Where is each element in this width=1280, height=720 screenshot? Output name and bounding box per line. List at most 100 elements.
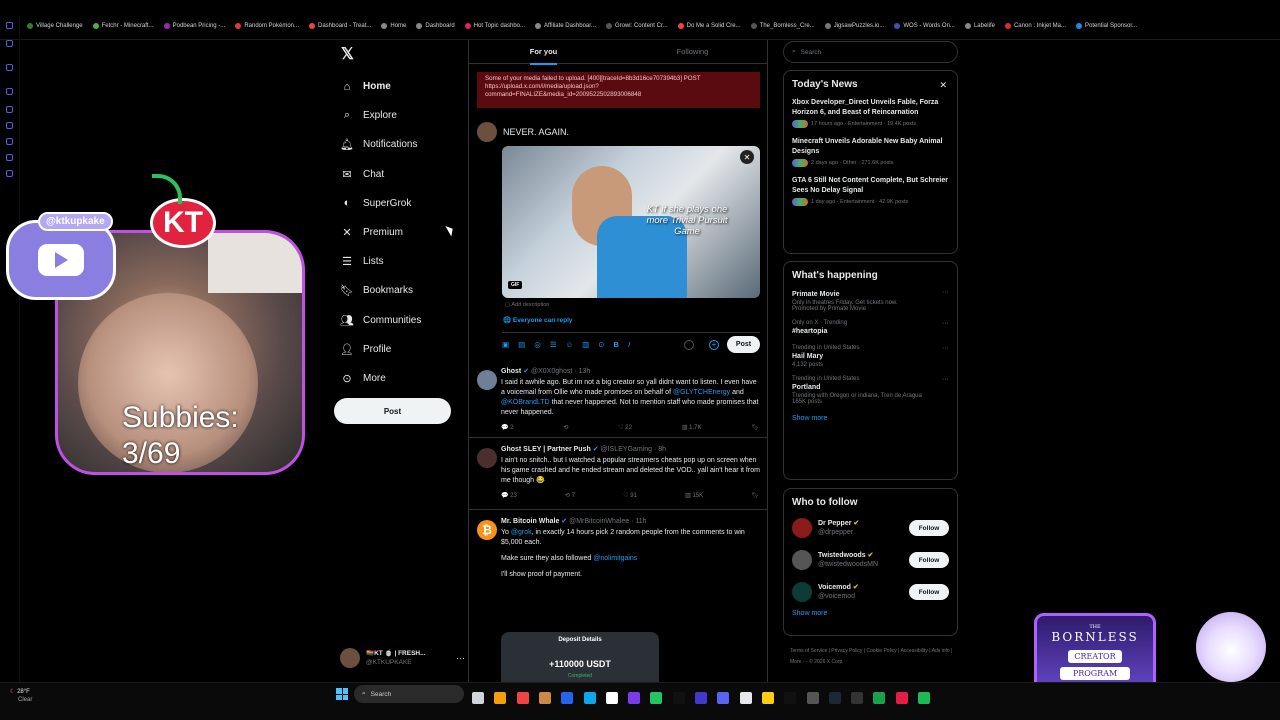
follow-button[interactable]: Follow: [909, 584, 949, 600]
poll-icon[interactable]: ☰: [550, 340, 557, 349]
bookmark-item[interactable]: Random Pokémon...: [232, 23, 302, 29]
nav-item-lists[interactable]: ☰ Lists: [336, 247, 461, 276]
taskbar-app-icon[interactable]: [739, 692, 752, 704]
nav-item-premium[interactable]: ✕ Premium: [336, 218, 461, 247]
bookmark-item[interactable]: The_Bornless_Cre...: [748, 23, 818, 29]
show-more-link[interactable]: Show more: [784, 409, 957, 428]
add-post-icon[interactable]: +: [709, 340, 719, 350]
rail-icon[interactable]: [6, 106, 13, 113]
bookmark-item[interactable]: Affiliate Dashboar...: [532, 23, 599, 29]
nav-item-home[interactable]: ⌂ Home: [336, 72, 461, 101]
news-item[interactable]: GTA 6 Still Not Content Complete, But Sc…: [784, 172, 957, 211]
tweet-author[interactable]: Ghost: [501, 368, 521, 375]
bookmark-item[interactable]: Podbean Pricing -...: [161, 23, 229, 29]
taskbar-app-icon[interactable]: [583, 692, 596, 704]
tweet[interactable]: Ghost SLEY | Partner Push ✔ @ISLEYGaming…: [469, 440, 767, 510]
follow-button[interactable]: Follow: [909, 552, 949, 568]
nav-item-more[interactable]: ⊙ More: [336, 364, 461, 393]
bookmark-item[interactable]: JigsawPuzzles.io...: [822, 23, 888, 29]
tweet-handle[interactable]: @X0X0ghost · 13h: [531, 368, 590, 375]
taskbar-app-icon[interactable]: [672, 692, 685, 704]
taskbar-app-icon[interactable]: [695, 692, 707, 704]
reply-button[interactable]: 💬 2: [501, 424, 513, 431]
start-button[interactable]: [336, 688, 348, 700]
nav-item-chat[interactable]: ✉ Chat: [336, 160, 461, 189]
taskbar-app-icon[interactable]: [538, 692, 551, 704]
rail-icon[interactable]: [6, 22, 13, 29]
taskbar-app-icon[interactable]: [761, 692, 774, 704]
reply-button[interactable]: 💬 23: [501, 492, 517, 499]
tab-following[interactable]: Following: [618, 40, 767, 63]
more-icon[interactable]: ···: [942, 289, 949, 296]
x-logo-icon[interactable]: 𝕏: [341, 44, 354, 64]
rail-icon[interactable]: [6, 122, 13, 129]
taskbar-app-icon[interactable]: [873, 692, 886, 704]
compose-text[interactable]: NEVER. AGAIN.: [503, 127, 569, 137]
more-icon[interactable]: ···: [942, 345, 949, 352]
retweet-button[interactable]: ⟲: [563, 424, 568, 431]
bookmark-item[interactable]: Potential Sponsor...: [1073, 23, 1140, 29]
bookmark-item[interactable]: Growi: Content Cr...: [603, 23, 671, 29]
tweet-handle[interactable]: @MrBitcoinWhalee · 11h: [569, 518, 646, 525]
views-button[interactable]: ▥ 1.7K: [682, 424, 702, 431]
bold-icon[interactable]: B: [614, 340, 619, 349]
bookmark-item[interactable]: Labelife: [962, 23, 998, 29]
tweet-handle[interactable]: @ISLEYGaming · 8h: [601, 446, 666, 453]
retweet-button[interactable]: ⟲ 7: [565, 492, 575, 499]
rail-icon[interactable]: [6, 88, 13, 95]
nav-item-profile[interactable]: 👤︎ Profile: [336, 335, 461, 364]
bookmark-item[interactable]: Hot Topic dashbo...: [462, 23, 528, 29]
bookmark-item[interactable]: Dashboard: [413, 23, 457, 29]
tweet[interactable]: Ghost ✔ @X0X0ghost · 13h I said it awhil…: [469, 362, 767, 438]
rail-icon[interactable]: [6, 64, 13, 71]
more-icon[interactable]: ···: [456, 653, 465, 663]
location-icon[interactable]: ⊙: [598, 340, 604, 349]
remove-media-button[interactable]: ✕: [740, 150, 754, 164]
image-icon[interactable]: ▣: [502, 340, 509, 349]
gif-icon[interactable]: ▤: [518, 340, 525, 349]
taskbar-app-icon[interactable]: [605, 692, 618, 704]
taskbar-app-icon[interactable]: [717, 692, 730, 704]
news-item[interactable]: Minecraft Unveils Adorable New Baby Anim…: [784, 133, 957, 172]
bookmark-item[interactable]: Canon : Inkjet Ma...: [1002, 23, 1069, 29]
nav-item-notifications[interactable]: 🔔︎ Notifications: [336, 130, 461, 159]
taskbar-app-icon[interactable]: [561, 692, 574, 704]
bookmark-icon[interactable]: 🔖︎: [751, 492, 759, 499]
taskbar-app-icon[interactable]: [628, 692, 641, 704]
follow-suggestion[interactable]: Voicemod ✔ @voicemod Follow: [784, 576, 957, 608]
tweet-author[interactable]: Ghost SLEY | Partner Push: [501, 446, 591, 453]
show-more-link[interactable]: Show more: [784, 608, 957, 623]
bookmark-item[interactable]: Village Challenge: [24, 23, 86, 29]
taskbar-app-icon[interactable]: [472, 692, 484, 704]
follow-suggestion[interactable]: Twistedwoods ✔ @twistedwoodsMN Follow: [784, 544, 957, 576]
nav-item-explore[interactable]: ⌕ Explore: [336, 101, 461, 130]
taskbar-app-icon[interactable]: [851, 692, 864, 704]
taskbar-app-icon[interactable]: [650, 692, 663, 704]
italic-icon[interactable]: I: [628, 340, 630, 349]
add-description-link[interactable]: ▢ Add description: [505, 302, 549, 308]
follow-button[interactable]: Follow: [909, 520, 949, 536]
post-button[interactable]: Post: [334, 398, 451, 424]
footer-links[interactable]: Terms of Service | Privacy Policy | Cook…: [790, 646, 960, 668]
bookmark-item[interactable]: Fetchr - Minecraft...: [90, 23, 157, 29]
taskbar-app-icon[interactable]: [895, 692, 908, 704]
trend-item[interactable]: Primate Movie Only in theatres Friday. Ge…: [784, 285, 957, 316]
compose-post-button[interactable]: Post: [727, 336, 760, 353]
taskbar-app-icon[interactable]: [784, 692, 797, 704]
tweet-author[interactable]: Mr. Bitcoin Whale: [501, 518, 559, 525]
emoji-icon[interactable]: ☺: [565, 340, 573, 349]
trend-item[interactable]: Trending in United States Portland Trendin…: [784, 372, 957, 409]
bookmark-item[interactable]: WOS - Words On...: [891, 23, 958, 29]
follow-suggestion[interactable]: Dr Pepper ✔ @drpepper Follow: [784, 512, 957, 544]
rail-icon[interactable]: [6, 40, 13, 47]
tweet[interactable]: ₿ Mr. Bitcoin Whale ✔ @MrBitcoinWhalee ·…: [469, 512, 767, 686]
taskbar-app-icon[interactable]: [516, 692, 529, 704]
views-button[interactable]: ▥ 15K: [685, 492, 703, 499]
bookmark-item[interactable]: Do Me a Solid Cre...: [675, 23, 744, 29]
bookmark-item[interactable]: Home: [378, 23, 409, 29]
mention-link[interactable]: @nolimitgains: [593, 555, 637, 562]
weather-widget[interactable]: ☾ 28°F Clear: [10, 688, 32, 704]
trend-item[interactable]: Only on X · Trending #heartopia ···: [784, 316, 957, 341]
grok-icon[interactable]: ◎: [534, 340, 541, 349]
like-button[interactable]: ♡ 22: [618, 424, 632, 431]
